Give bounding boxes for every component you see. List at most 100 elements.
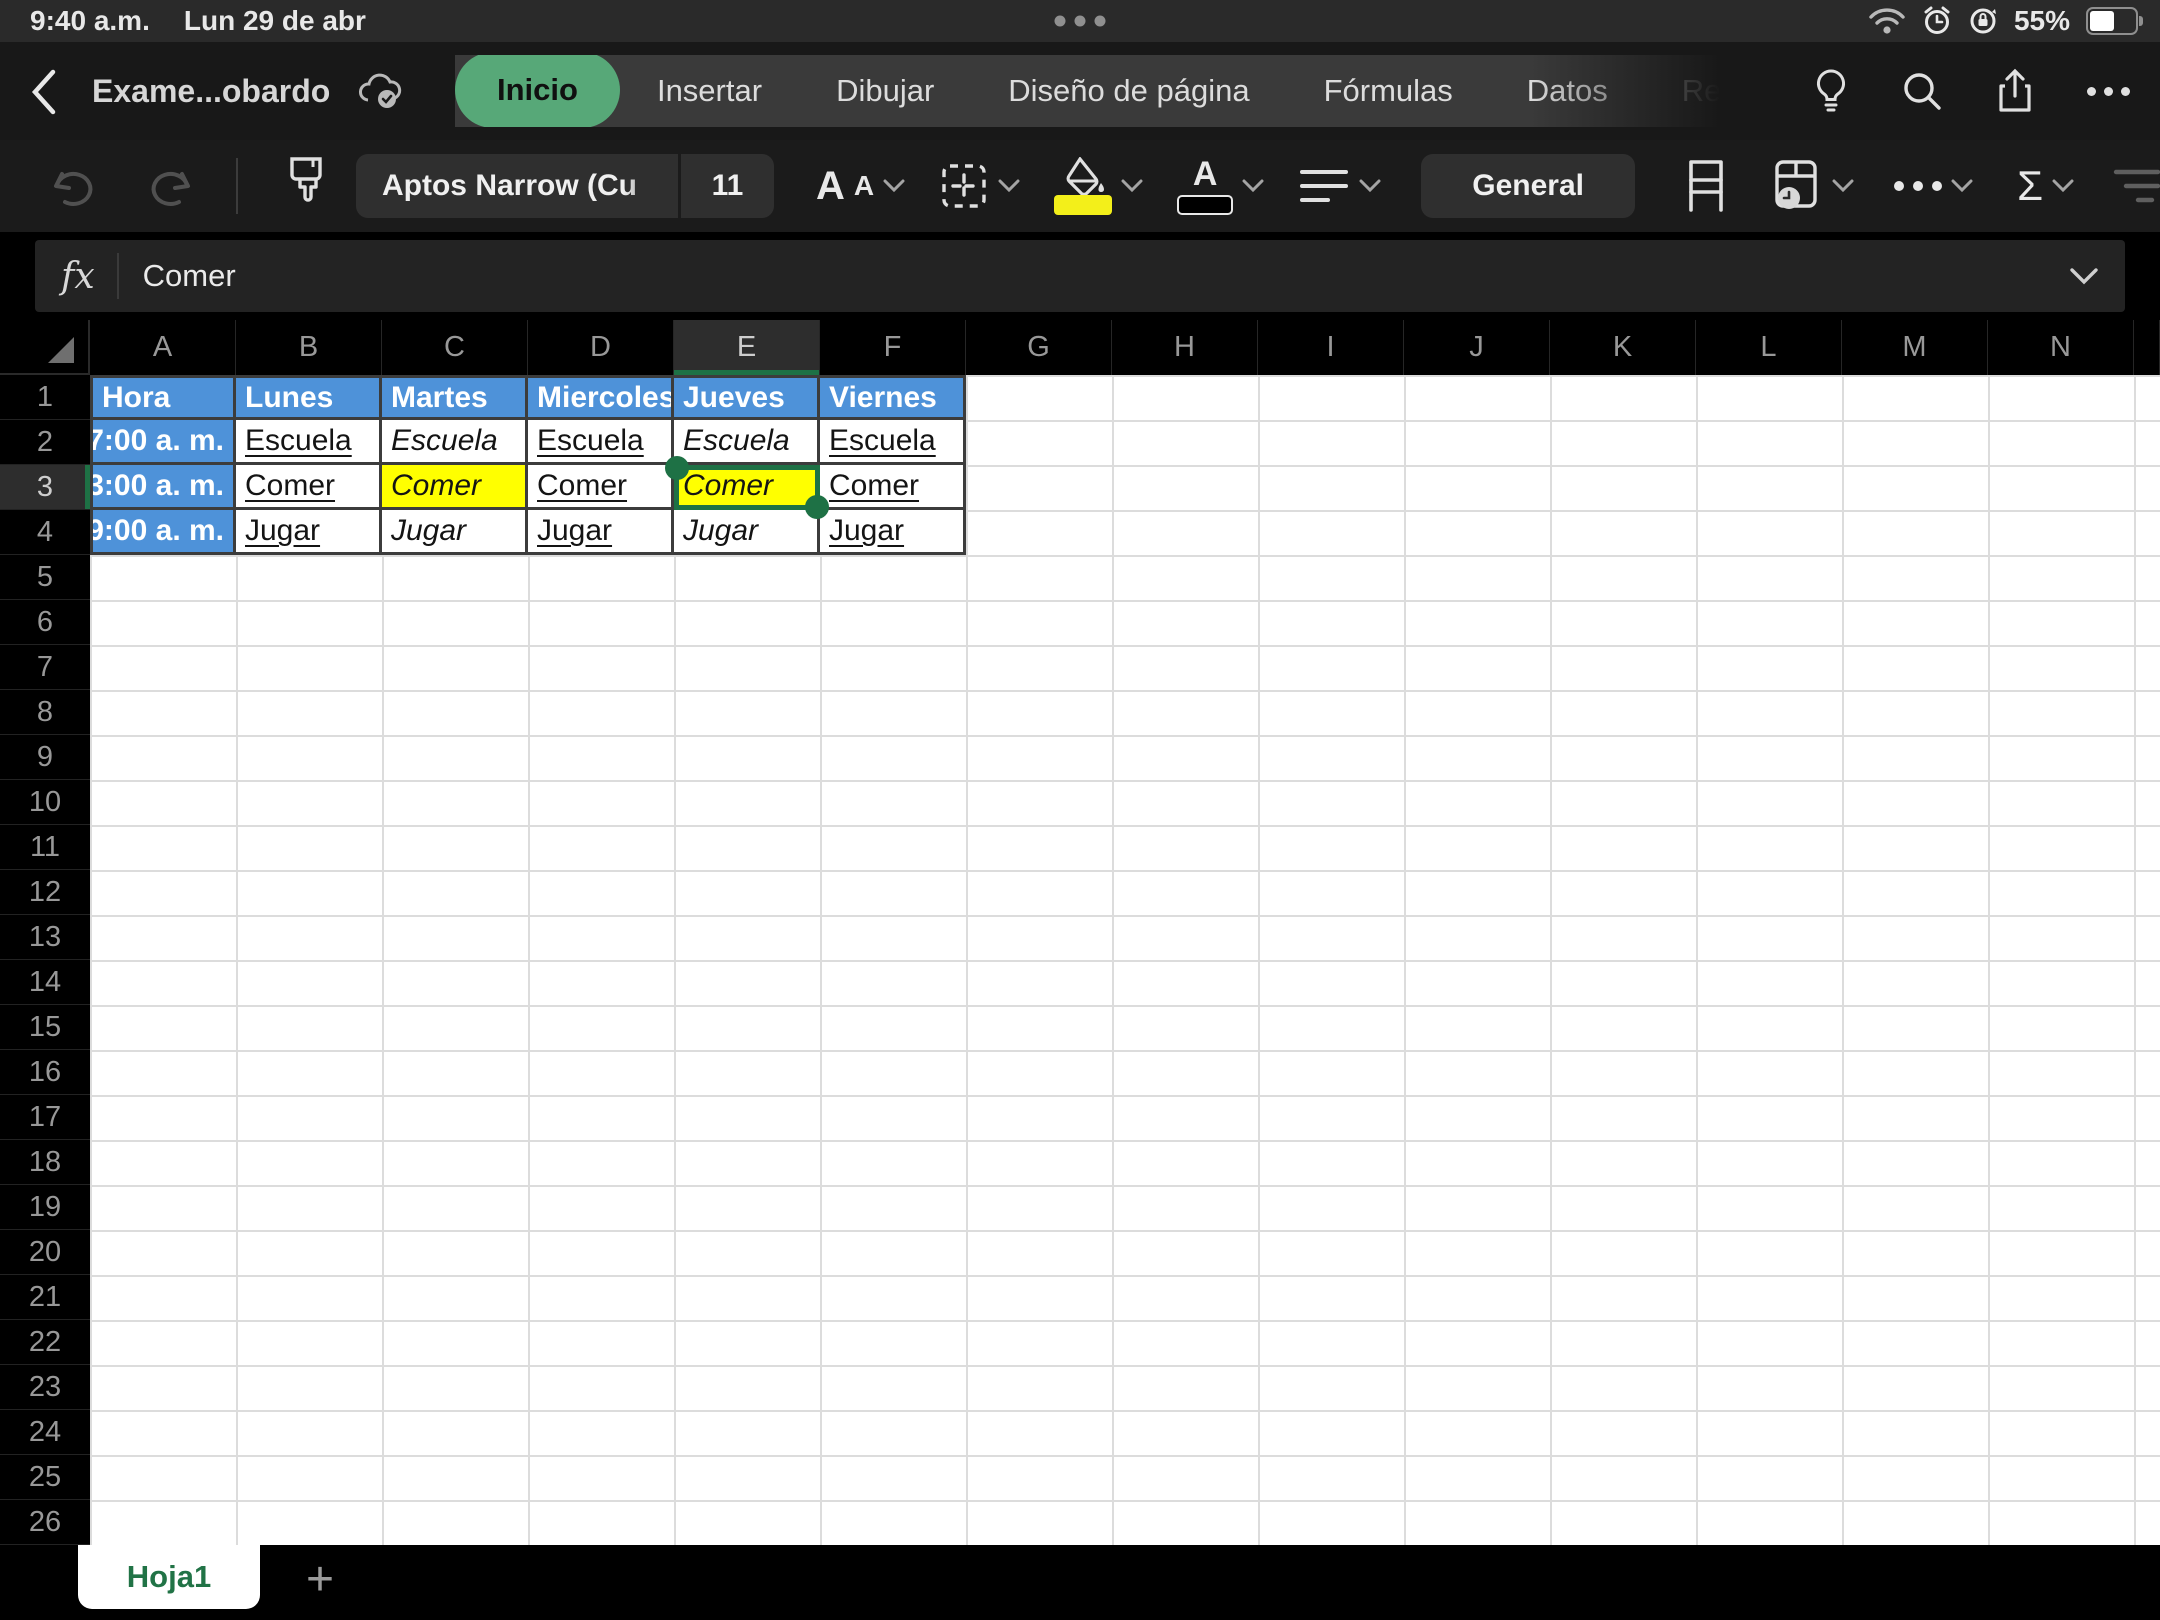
cell-F3[interactable]: Comer <box>820 465 966 510</box>
number-format-button[interactable]: General <box>1421 154 1635 218</box>
column-header-partial[interactable] <box>2134 320 2160 375</box>
row-header-13[interactable]: 13 <box>0 915 90 960</box>
row-header-19[interactable]: 19 <box>0 1185 90 1230</box>
row-header-3[interactable]: 3 <box>0 465 90 510</box>
row-header-10[interactable]: 10 <box>0 780 90 825</box>
cell-A3[interactable]: 3:00 a. m. <box>90 465 236 510</box>
row-header-23[interactable]: 23 <box>0 1365 90 1410</box>
cell-D3[interactable]: Comer <box>528 465 674 510</box>
font-color-button[interactable]: A <box>1177 157 1264 215</box>
row-header-14[interactable]: 14 <box>0 960 90 1005</box>
cell-E1[interactable]: Jueves <box>674 375 820 420</box>
row-header-8[interactable]: 8 <box>0 690 90 735</box>
column-header-K[interactable]: K <box>1550 320 1696 375</box>
sort-filter-icon[interactable] <box>2110 164 2160 208</box>
column-header-C[interactable]: C <box>382 320 528 375</box>
autosum-button[interactable]: Σ <box>2017 162 2074 210</box>
cell-styles-icon[interactable] <box>1683 158 1729 214</box>
row-header-4[interactable]: 4 <box>0 510 90 555</box>
cell-A1[interactable]: Hora <box>90 375 236 420</box>
row-header-18[interactable]: 18 <box>0 1140 90 1185</box>
cell-C2[interactable]: Escuela <box>382 420 528 465</box>
cell-D2[interactable]: Escuela <box>528 420 674 465</box>
cell-B1[interactable]: Lunes <box>236 375 382 420</box>
selection-handle-bottom-right[interactable] <box>805 495 829 519</box>
row-header-16[interactable]: 16 <box>0 1050 90 1095</box>
cell-A4[interactable]: 9:00 a. m. <box>90 510 236 555</box>
row-header-12[interactable]: 12 <box>0 870 90 915</box>
row-header-25[interactable]: 25 <box>0 1455 90 1500</box>
cell-D1[interactable]: Miercoles <box>528 375 674 420</box>
row-header-26[interactable]: 26 <box>0 1500 90 1545</box>
formula-bar-expand-icon[interactable] <box>2069 267 2099 285</box>
column-header-L[interactable]: L <box>1696 320 1842 375</box>
row-header-6[interactable]: 6 <box>0 600 90 645</box>
selection-border[interactable] <box>674 465 820 510</box>
sheet-tab-hoja1[interactable]: Hoja1 <box>78 1545 260 1609</box>
fill-color-button[interactable] <box>1054 157 1143 215</box>
cell-E4[interactable]: Jugar <box>674 510 820 555</box>
table-format-button[interactable] <box>1769 158 1854 214</box>
font-format-button[interactable]: A A <box>816 166 905 206</box>
multitasking-indicator-icon[interactable] <box>1055 16 1106 27</box>
row-header-11[interactable]: 11 <box>0 825 90 870</box>
search-icon[interactable] <box>1901 70 1943 112</box>
ribbon-tab-fórmulas[interactable]: Fórmulas <box>1287 55 1490 127</box>
share-icon[interactable] <box>1995 68 2035 114</box>
cell-F1[interactable]: Viernes <box>820 375 966 420</box>
ribbon-tab-dibujar[interactable]: Dibujar <box>799 55 971 127</box>
formula-bar[interactable]: fx Comer <box>35 240 2125 312</box>
column-header-J[interactable]: J <box>1404 320 1550 375</box>
column-header-M[interactable]: M <box>1842 320 1988 375</box>
column-header-G[interactable]: G <box>966 320 1112 375</box>
row-header-1[interactable]: 1 <box>0 375 90 420</box>
cell-E2[interactable]: Escuela <box>674 420 820 465</box>
row-header-20[interactable]: 20 <box>0 1230 90 1275</box>
selection-handle-top-left[interactable] <box>665 456 689 480</box>
row-header-22[interactable]: 22 <box>0 1320 90 1365</box>
back-chevron-icon[interactable] <box>28 68 58 116</box>
add-sheet-button[interactable]: + <box>288 1547 352 1611</box>
document-title[interactable]: Exame...obardo <box>92 73 330 110</box>
ribbon-tab-inicio[interactable]: Inicio <box>455 55 620 127</box>
cell-C4[interactable]: Jugar <box>382 510 528 555</box>
format-painter-icon[interactable] <box>284 155 328 217</box>
cell-A2[interactable]: 7:00 a. m. <box>90 420 236 465</box>
font-name-button[interactable]: Aptos Narrow (Cu <box>356 154 678 218</box>
column-header-A[interactable]: A <box>90 320 236 375</box>
ribbon-tab-insertar[interactable]: Insertar <box>620 55 799 127</box>
cell-D4[interactable]: Jugar <box>528 510 674 555</box>
cell-C3[interactable]: Comer <box>382 465 528 510</box>
cell-B2[interactable]: Escuela <box>236 420 382 465</box>
select-all-corner[interactable] <box>0 320 90 375</box>
borders-button[interactable] <box>939 161 1020 211</box>
row-header-17[interactable]: 17 <box>0 1095 90 1140</box>
row-header-9[interactable]: 9 <box>0 735 90 780</box>
undo-icon[interactable] <box>48 160 100 212</box>
ribbon-tab-diseño-de-página[interactable]: Diseño de página <box>971 55 1286 127</box>
row-header-21[interactable]: 21 <box>0 1275 90 1320</box>
row-header-2[interactable]: 2 <box>0 420 90 465</box>
cell-F4[interactable]: Jugar <box>820 510 966 555</box>
column-header-N[interactable]: N <box>1988 320 2134 375</box>
row-header-24[interactable]: 24 <box>0 1410 90 1455</box>
cell-C1[interactable]: Martes <box>382 375 528 420</box>
column-header-H[interactable]: H <box>1112 320 1258 375</box>
cell-B3[interactable]: Comer <box>236 465 382 510</box>
redo-icon[interactable] <box>144 160 196 212</box>
column-header-D[interactable]: D <box>528 320 674 375</box>
column-header-F[interactable]: F <box>820 320 966 375</box>
more-formatting-button[interactable] <box>1894 179 1973 193</box>
cell-B4[interactable]: Jugar <box>236 510 382 555</box>
alignment-button[interactable] <box>1298 166 1381 206</box>
column-header-B[interactable]: B <box>236 320 382 375</box>
more-menu-icon[interactable] <box>2087 87 2130 96</box>
row-header-5[interactable]: 5 <box>0 555 90 600</box>
row-header-15[interactable]: 15 <box>0 1005 90 1050</box>
cell-F2[interactable]: Escuela <box>820 420 966 465</box>
row-header-7[interactable]: 7 <box>0 645 90 690</box>
font-size-button[interactable]: 11 <box>681 154 774 218</box>
lightbulb-icon[interactable] <box>1813 68 1849 114</box>
formula-bar-value[interactable]: Comer <box>143 258 2069 294</box>
column-header-I[interactable]: I <box>1258 320 1404 375</box>
